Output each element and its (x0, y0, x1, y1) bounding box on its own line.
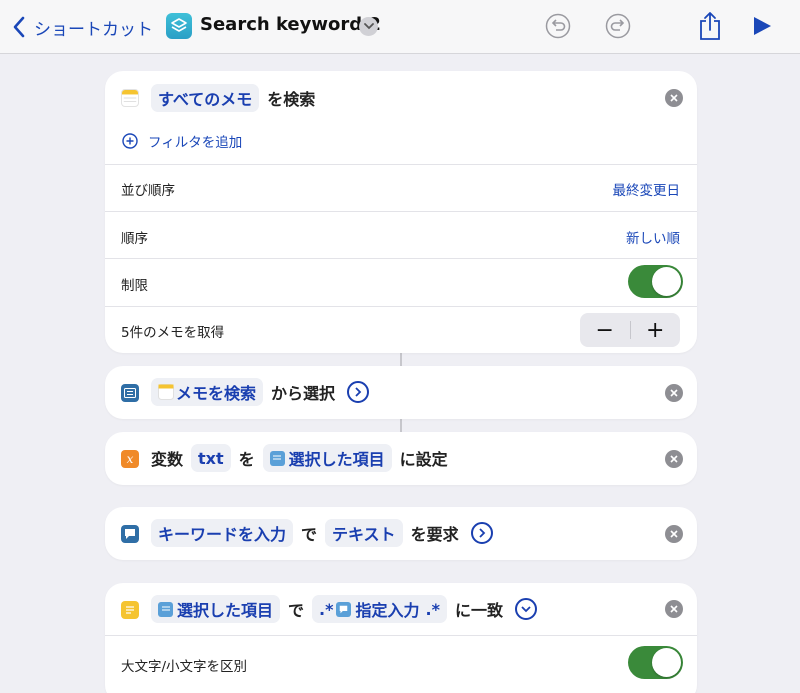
expand-chevron-icon[interactable] (347, 381, 370, 403)
remove-action-icon[interactable] (665, 600, 683, 618)
list-icon (158, 601, 173, 617)
prompt-pill[interactable]: キーワードを入力 (151, 519, 294, 547)
divider (105, 211, 697, 212)
find-suffix: を検索 (267, 90, 316, 109)
back-label: ショートカット (34, 19, 153, 40)
set-variable-mid: を (238, 450, 255, 469)
toggle-knob (652, 267, 681, 296)
ask-suffix: を要求 (410, 525, 459, 544)
get-count-label: 5件のメモを取得 (121, 325, 225, 341)
limit-toggle[interactable] (628, 265, 683, 298)
notes-icon (158, 384, 174, 400)
case-sensitive-label: 大文字/小文字を区別 (121, 659, 248, 675)
back-button[interactable]: ショートカット (12, 12, 153, 42)
find-notes-variable-pill[interactable]: メモを検索 (151, 378, 264, 406)
connector (400, 419, 402, 432)
ask-mid: で (301, 525, 318, 544)
shortcut-title[interactable]: Search keyword 2 (200, 14, 381, 35)
chosen-item-pill[interactable]: 選択した項目 (262, 444, 392, 472)
variable-x-icon: x (121, 450, 139, 468)
chat-bubble-icon (121, 525, 139, 543)
notes-source-pill[interactable]: すべてのメモ (151, 84, 260, 112)
decrement-button[interactable]: − (580, 318, 630, 343)
undo-icon[interactable] (545, 13, 571, 39)
choose-from-list-action: メモを検索 から選択 (105, 366, 697, 419)
limit-stepper: − + (580, 313, 680, 347)
match-text-action: 選択した項目 で .* 指定入力 .* に一致 大文字/小文字を区別 (105, 583, 697, 693)
add-filter-button[interactable]: フィルタを追加 (122, 131, 242, 151)
share-icon[interactable] (699, 11, 721, 41)
divider (105, 306, 697, 307)
sort-by-value[interactable]: 最終変更日 (613, 179, 681, 199)
set-variable-suffix: に設定 (399, 450, 448, 469)
variable-name-pill[interactable]: txt (191, 444, 231, 472)
list-icon (121, 384, 139, 402)
order-value[interactable]: 新しい順 (626, 227, 680, 247)
remove-action-icon[interactable] (665, 89, 683, 107)
connector (400, 353, 402, 366)
choose-suffix: から選択 (271, 384, 336, 403)
match-input-pill[interactable]: 選択した項目 (151, 595, 281, 623)
text-icon (121, 601, 139, 619)
order-label: 順序 (121, 231, 148, 247)
chevron-down-icon[interactable] (359, 17, 378, 36)
divider (105, 258, 697, 259)
chat-bubble-icon (336, 601, 352, 617)
plus-circle-icon (122, 133, 138, 149)
input-type-pill[interactable]: テキスト (325, 519, 403, 547)
shortcut-layers-icon[interactable] (166, 13, 192, 39)
set-variable-prefix: 変数 (151, 450, 184, 469)
expand-chevron-icon[interactable] (470, 522, 493, 544)
set-variable-action: x 変数 txt を 選択した項目 に設定 (105, 432, 697, 485)
remove-action-icon[interactable] (665, 449, 683, 468)
limit-label: 制限 (121, 278, 148, 294)
add-filter-label: フィルタを追加 (148, 135, 243, 151)
toggle-knob (652, 648, 681, 677)
case-sensitive-toggle[interactable] (628, 646, 683, 679)
match-mid: で (288, 601, 305, 620)
play-icon[interactable] (752, 16, 772, 36)
sort-by-label: 並び順序 (121, 183, 175, 199)
divider (105, 635, 697, 636)
navigation-bar: ショートカット Search keyword 2 (0, 0, 800, 54)
match-suffix: に一致 (454, 601, 503, 620)
remove-action-icon[interactable] (665, 524, 683, 543)
list-icon (269, 450, 285, 466)
chevron-left-icon (13, 16, 25, 38)
divider (105, 164, 697, 165)
increment-button[interactable]: + (631, 318, 681, 343)
ask-for-input-action: キーワードを入力 で テキスト を要求 (105, 507, 697, 560)
pattern-pill[interactable]: .* 指定入力 .* (312, 595, 447, 623)
remove-action-icon[interactable] (665, 383, 683, 402)
find-notes-header: すべてのメモ を検索 (105, 83, 697, 113)
redo-icon[interactable] (605, 13, 631, 39)
notes-app-icon (121, 89, 139, 107)
find-notes-action: すべてのメモ を検索 フィルタを追加 並び順序 最終変更日 順序 新しい順 制限… (105, 71, 697, 353)
expand-chevron-down-icon[interactable] (514, 598, 537, 620)
